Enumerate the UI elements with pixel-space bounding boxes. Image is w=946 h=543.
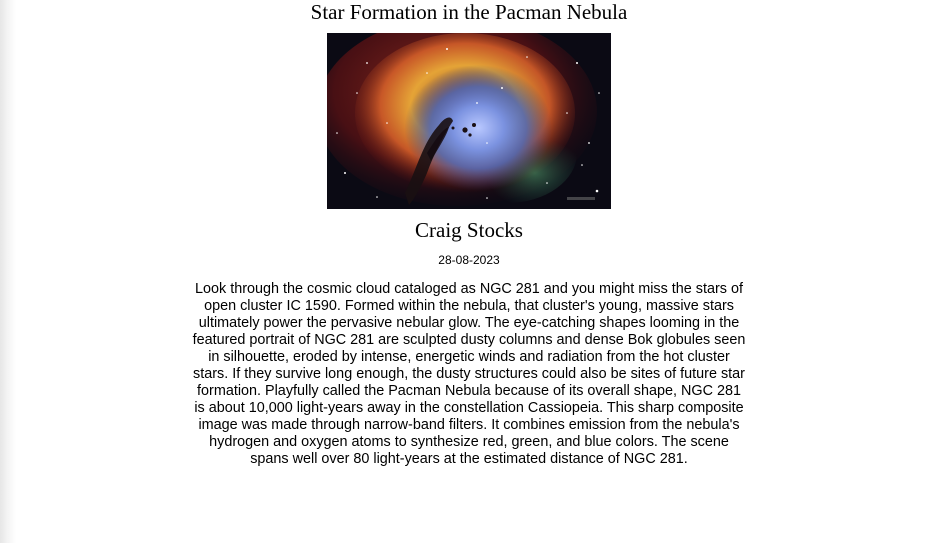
- author-credit: Craig Stocks: [415, 218, 523, 242]
- nebula-photo[interactable]: [327, 33, 611, 209]
- publication-date: 28-08-2023: [438, 253, 500, 267]
- article: Star Formation in the Pacman Nebula Crai…: [0, 0, 938, 468]
- explanation-text: Look through the cosmic cloud cataloged …: [192, 281, 746, 467]
- nebula-image: [327, 33, 611, 209]
- page-title: Star Formation in the Pacman Nebula: [310, 0, 628, 24]
